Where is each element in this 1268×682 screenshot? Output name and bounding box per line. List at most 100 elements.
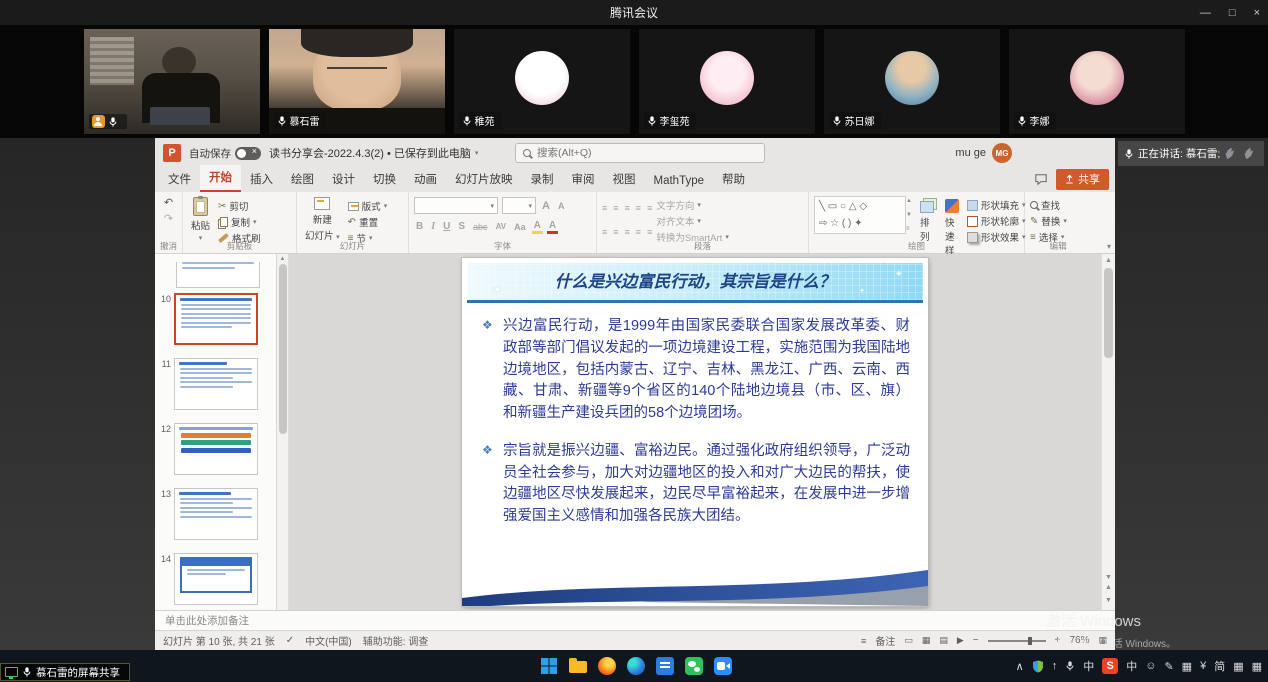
slide-thumbnail-partial[interactable] xyxy=(176,262,260,288)
cut-button[interactable]: ✂剪切 xyxy=(218,199,261,213)
editor-scrollbar[interactable]: ▲ ▼ ▲ ▼ xyxy=(1101,254,1115,610)
toolbox-grid-icon[interactable]: ▦ xyxy=(1252,660,1262,673)
shape-outline-button[interactable]: 形状轮廓▾ xyxy=(967,214,1026,228)
align-right-button[interactable]: ≡ xyxy=(625,227,629,237)
justify-button[interactable]: ≡ xyxy=(636,227,640,237)
align-center-button[interactable]: ≡ xyxy=(613,227,617,237)
slideshow-button[interactable]: ▶ xyxy=(957,635,964,646)
tab-record[interactable]: 录制 xyxy=(522,167,563,192)
close-icon[interactable]: × xyxy=(1254,7,1260,19)
zoom-in-button[interactable]: + xyxy=(1055,635,1061,646)
ime-mode-indicator[interactable]: 中 xyxy=(1126,658,1137,674)
gallery-up-icon[interactable]: ▲ xyxy=(906,198,912,204)
text-direction-button[interactable]: 文字方向▾ xyxy=(656,198,729,212)
account-avatar[interactable]: MG xyxy=(992,143,1012,163)
tab-help[interactable]: 帮助 xyxy=(713,167,754,192)
increase-indent-button[interactable]: ≡ xyxy=(636,203,640,213)
replace-button[interactable]: ✎替换▾ xyxy=(1030,214,1067,228)
align-text-button[interactable]: 对齐文本▾ xyxy=(656,214,729,228)
slide-canvas[interactable]: ✦ ✦ ✦ 什么是兴边富民行动，其宗旨是什么？ ❖ 兴边富民行动，是1999年由… xyxy=(462,258,928,606)
char-spacing-button[interactable]: AV xyxy=(494,222,509,231)
comment-icon[interactable] xyxy=(1034,173,1048,186)
align-left-button[interactable]: ≡ xyxy=(602,227,606,237)
gallery-more-icon[interactable]: ≡ xyxy=(906,226,912,232)
notes-toggle[interactable]: 备注 xyxy=(875,633,895,648)
toolbox-grid-icon[interactable]: ▦ xyxy=(1233,660,1243,673)
arrange-button[interactable]: 排列 xyxy=(917,196,937,244)
text-shadow-button[interactable]: S xyxy=(456,221,467,232)
tab-mathtype[interactable]: MathType xyxy=(645,171,714,192)
slide-sorter-button[interactable]: ▦ xyxy=(922,635,931,646)
tab-draw[interactable]: 绘图 xyxy=(282,167,323,192)
slide-thumbnail-11[interactable]: 11 xyxy=(155,353,276,418)
slide-thumbnail-14[interactable]: 14 xyxy=(155,548,276,610)
shapes-gallery[interactable]: ╲ ▭ ○ △ ◇ ⇨ ☆ ( ) ✦ xyxy=(814,196,906,234)
copy-button[interactable]: 复制▾ xyxy=(218,215,261,229)
account-area[interactable]: mu ge MG xyxy=(955,143,1012,163)
tab-slideshow[interactable]: 幻灯片放映 xyxy=(446,167,522,192)
edge-browser-icon[interactable] xyxy=(627,657,645,675)
undo-button[interactable]: ↶ xyxy=(164,196,173,209)
italic-button[interactable]: I xyxy=(429,221,437,232)
layout-button[interactable]: 版式▾ xyxy=(348,199,388,213)
video-tile-4[interactable]: 李玺苑 xyxy=(639,29,815,134)
grow-font-button[interactable]: A xyxy=(540,200,552,212)
video-tile-3[interactable]: 稚苑 xyxy=(454,29,630,134)
paste-button[interactable]: 粘贴 ▾ xyxy=(188,196,213,243)
font-color-button[interactable]: A xyxy=(547,220,558,234)
spellcheck-icon[interactable]: ✓ xyxy=(286,635,294,646)
scroll-down-icon[interactable]: ▼ xyxy=(1105,574,1112,581)
notes-toggle-icon[interactable]: ≡ xyxy=(861,636,866,646)
tab-file[interactable]: 文件 xyxy=(159,167,200,192)
windows-start-icon[interactable] xyxy=(540,657,558,675)
scroll-up-icon[interactable]: ▲ xyxy=(1105,257,1112,264)
emoji-tool-icon[interactable]: ☺ xyxy=(1145,660,1156,672)
tab-design[interactable]: 设计 xyxy=(323,167,364,192)
change-case-button[interactable]: Aa xyxy=(512,222,528,232)
search-input[interactable] xyxy=(537,147,717,159)
accessibility-status[interactable]: 辅助功能: 调查 xyxy=(363,633,429,648)
video-tile-2[interactable]: 慕石雷 xyxy=(269,29,445,134)
shape-fill-button[interactable]: 形状填充▾ xyxy=(967,198,1026,212)
tab-insert[interactable]: 插入 xyxy=(241,167,282,192)
tab-transitions[interactable]: 切换 xyxy=(364,167,405,192)
new-slide-button[interactable]: 新建 幻灯片 ▾ xyxy=(302,196,343,243)
scrollbar-thumb[interactable] xyxy=(279,264,287,434)
thumbnail-scrollbar[interactable]: ▲ xyxy=(277,254,289,610)
zoom-slider[interactable] xyxy=(988,640,1046,642)
redo-button[interactable]: ↷ xyxy=(164,212,173,225)
tab-home[interactable]: 开始 xyxy=(200,165,241,192)
highlight-color-button[interactable]: A xyxy=(532,220,543,234)
decrease-indent-button[interactable]: ≡ xyxy=(625,203,629,213)
strikethrough-button[interactable]: abc xyxy=(471,222,490,232)
tab-view[interactable]: 视图 xyxy=(604,167,645,192)
next-slide-button[interactable]: ▼ xyxy=(1105,594,1112,607)
gallery-down-icon[interactable]: ▼ xyxy=(906,212,912,218)
bullets-button[interactable]: ≡ xyxy=(602,203,606,213)
tab-review[interactable]: 审阅 xyxy=(563,167,604,192)
share-button[interactable]: 共享 xyxy=(1056,169,1109,190)
zoom-level[interactable]: 76% xyxy=(1069,635,1089,646)
wechat-icon[interactable] xyxy=(685,657,703,675)
document-title[interactable]: 读书分享会-2022.4.3(2) • 已保存到此电脑 ▾ xyxy=(269,145,478,161)
underline-button[interactable]: U xyxy=(441,221,452,232)
normal-view-button[interactable]: ▭ xyxy=(904,635,913,646)
sogou-input-icon[interactable]: S xyxy=(1102,658,1118,674)
zoom-out-button[interactable]: − xyxy=(973,635,979,646)
line-spacing-button[interactable]: ≡ xyxy=(647,203,651,213)
upload-icon[interactable]: ↑ xyxy=(1052,660,1058,672)
ime-language-indicator[interactable]: 中 xyxy=(1083,658,1094,674)
minimize-icon[interactable]: — xyxy=(1200,7,1211,19)
search-box[interactable] xyxy=(515,143,765,163)
columns-button[interactable]: ≡ xyxy=(647,227,651,237)
shrink-font-button[interactable]: A xyxy=(556,201,567,211)
tab-animations[interactable]: 动画 xyxy=(405,167,446,192)
reset-button[interactable]: ↶重置 xyxy=(348,215,388,229)
video-tile-6[interactable]: 李娜 xyxy=(1009,29,1185,134)
font-name-combo[interactable]: ▾ xyxy=(414,197,498,214)
tray-mic-icon[interactable] xyxy=(1065,660,1075,672)
slide-thumbnail-13[interactable]: 13 xyxy=(155,483,276,548)
reading-view-button[interactable]: ▤ xyxy=(939,635,948,646)
language-indicator[interactable]: 中文(中国) xyxy=(305,633,352,648)
tray-expand-icon[interactable]: ∧ xyxy=(1016,660,1024,673)
